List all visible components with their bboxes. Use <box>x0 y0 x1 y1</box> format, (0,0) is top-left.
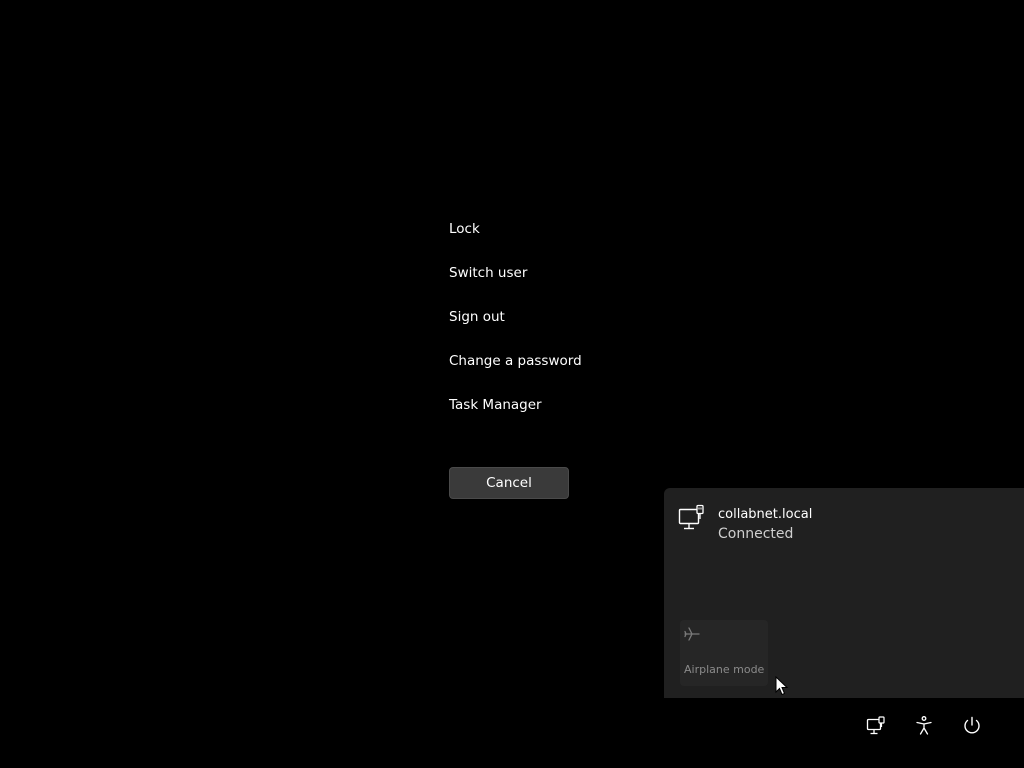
network-flyout: collabnet.local Connected Airplane mode <box>664 488 1024 698</box>
switch-user-option[interactable]: Switch user <box>449 262 689 306</box>
sign-out-option[interactable]: Sign out <box>449 306 689 350</box>
security-options-menu: Lock Switch user Sign out Change a passw… <box>449 218 689 438</box>
mouse-cursor-icon <box>775 675 789 696</box>
lock-option[interactable]: Lock <box>449 218 689 262</box>
network-icon[interactable] <box>864 714 888 738</box>
network-entry[interactable]: collabnet.local Connected <box>678 502 1008 548</box>
task-manager-option[interactable]: Task Manager <box>449 394 689 438</box>
change-password-option[interactable]: Change a password <box>449 350 689 394</box>
airplane-mode-label: Airplane mode <box>684 663 765 676</box>
cancel-button[interactable]: Cancel <box>449 467 569 499</box>
airplane-icon <box>683 625 701 643</box>
network-status: Connected <box>718 526 794 542</box>
airplane-mode-toggle[interactable]: Airplane mode <box>680 620 768 686</box>
power-icon[interactable] <box>960 714 984 738</box>
network-name: collabnet.local <box>718 507 813 522</box>
security-options-screen: Lock Switch user Sign out Change a passw… <box>0 0 1024 768</box>
accessibility-icon[interactable] <box>912 714 936 738</box>
wired-network-icon <box>678 504 706 534</box>
